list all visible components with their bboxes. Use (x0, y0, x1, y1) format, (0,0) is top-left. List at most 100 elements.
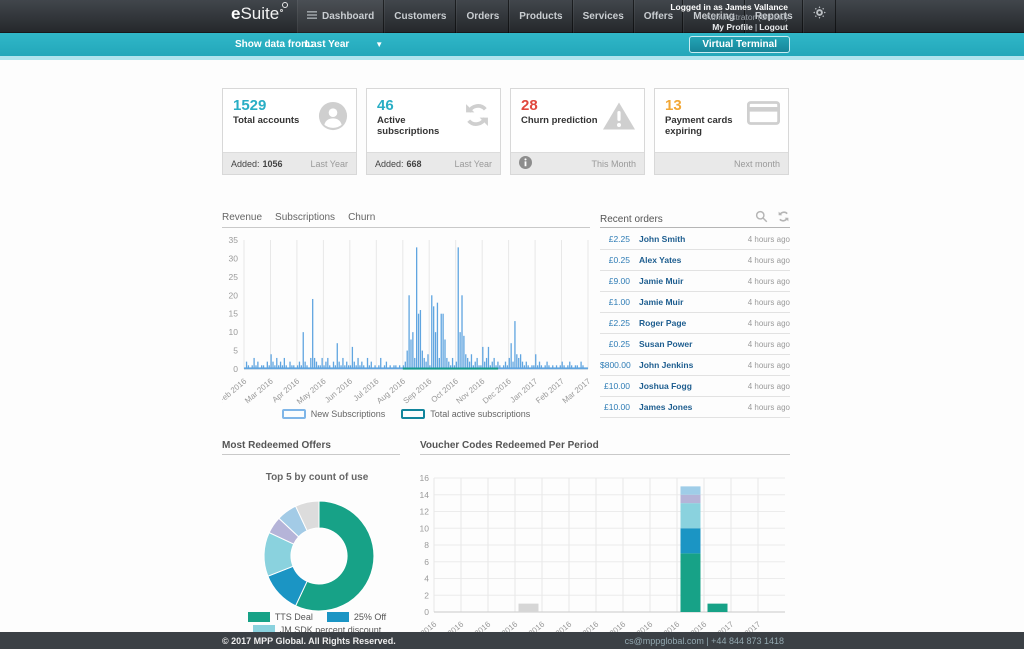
filter-bar: Show data from: Last Year ▼ (0, 33, 1024, 56)
logged-in-as: Logged in as James Vallance (670, 2, 788, 12)
show-data-from-label: Show data from: (235, 33, 313, 56)
order-row: £1.00Jamie Muir4 hours ago (600, 292, 790, 313)
svg-text:Mar 2017: Mar 2017 (561, 376, 590, 405)
nav-item-orders[interactable]: Orders (456, 0, 509, 33)
order-time: 4 hours ago (748, 298, 790, 307)
svg-text:6: 6 (424, 557, 429, 567)
voucher-codes-title: Voucher Codes Redeemed Per Period (420, 440, 790, 455)
nav-item-products[interactable]: Products (509, 0, 572, 33)
order-time: 4 hours ago (748, 403, 790, 412)
nav-item-customers[interactable]: Customers (384, 0, 456, 33)
stat-card-body: 13Payment cards expiring (655, 89, 788, 152)
order-time: 4 hours ago (748, 319, 790, 328)
svg-text:10: 10 (229, 327, 239, 337)
donut-legend-item[interactable]: 25% Off (327, 612, 386, 622)
stat-card: 13Payment cards expiringNext month (654, 88, 789, 175)
order-customer-link[interactable]: Jamie Muir (639, 297, 748, 307)
most-redeemed-offers-donut (222, 488, 412, 612)
nav-item-label: Dashboard (322, 0, 374, 33)
svg-text:10: 10 (420, 523, 430, 533)
copyright-text: © 2017 MPP Global. All Rights Reserved. (222, 636, 396, 646)
card-footer-period: Last Year (310, 159, 348, 169)
order-customer-link[interactable]: John Jenkins (639, 360, 748, 370)
nav-item-settings[interactable] (803, 0, 836, 33)
order-customer-link[interactable]: Roger Page (639, 318, 748, 328)
svg-text:12: 12 (420, 507, 430, 517)
stat-card-body: 28Churn prediction (511, 89, 644, 152)
legend-item[interactable]: Total active subscriptions (401, 407, 530, 421)
subscriptions-timeseries-chart: Feb 2016Mar 2016Apr 2016May 2016Jun 2016… (222, 230, 590, 406)
legend-label: Total active subscriptions (430, 409, 530, 419)
tab-subscriptions[interactable]: Subscriptions (275, 211, 335, 227)
accent-strip (0, 56, 1024, 60)
stat-card-label: Total accounts (233, 115, 313, 126)
donut-legend-item[interactable]: TTS Deal (248, 612, 313, 622)
dashboard-page: eSuite DashboardCustomersOrdersProductsS… (0, 0, 1024, 649)
contact-text: cs@mppglobal.com | +44 844 873 1418 (625, 636, 784, 646)
nav-item-label: Customers (394, 0, 446, 33)
tab-revenue[interactable]: Revenue (222, 211, 262, 227)
svg-text:30: 30 (229, 253, 239, 263)
timeseries-legend: New Subscriptions Total active subscripti… (222, 407, 590, 421)
order-time: 4 hours ago (748, 235, 790, 244)
order-customer-link[interactable]: Alex Yates (639, 255, 748, 265)
svg-text:8: 8 (424, 540, 429, 550)
stat-card: 28Churn predictionThis Month (510, 88, 645, 175)
svg-text:15: 15 (229, 309, 239, 319)
nav-item-label: Services (583, 0, 624, 33)
stat-card-body: 1529Total accounts (223, 89, 356, 152)
card-footer-added-label: Added: (375, 159, 404, 169)
date-range-value: Last Year (305, 33, 349, 56)
stat-card: 1529Total accountsAdded:1056Last Year (222, 88, 357, 175)
esuite-logo[interactable]: eSuite (231, 4, 279, 24)
donut-legend-label: TTS Deal (275, 612, 313, 622)
warning-icon (602, 101, 636, 136)
recent-orders-list: £2.25John Smith4 hours ago£0.25Alex Yate… (600, 229, 790, 418)
order-amount: £0.25 (600, 255, 630, 265)
date-range-dropdown[interactable]: Last Year ▼ (305, 33, 383, 56)
user-role: Administrator (Global) (670, 12, 788, 22)
order-amount: $800.00 (600, 360, 630, 370)
my-profile-link[interactable]: My Profile (712, 22, 753, 32)
order-row: £0.25 Alex Yates4 hours ago (600, 250, 790, 271)
order-row: £10.00James Jones4 hours ago (600, 397, 790, 418)
info-icon[interactable] (519, 156, 532, 171)
svg-text:5: 5 (233, 346, 238, 356)
svg-text:0: 0 (424, 607, 429, 617)
svg-text:Sep 2016: Sep 2016 (401, 376, 433, 405)
order-customer-link[interactable]: Jamie Muir (639, 276, 748, 286)
svg-text:14: 14 (420, 490, 430, 500)
stat-card-label: Payment cards expiring (665, 115, 745, 137)
stat-card: 46Active subscriptionsAdded:668Last Year (366, 88, 501, 175)
order-row: £10.00Joshua Fogg4 hours ago (600, 376, 790, 397)
tab-churn[interactable]: Churn (348, 211, 375, 227)
order-row: $800.00John Jenkins4 hours ago (600, 355, 790, 376)
order-customer-link[interactable]: Susan Power (639, 339, 748, 349)
order-customer-link[interactable]: Joshua Fogg (639, 381, 748, 391)
search-icon[interactable] (755, 210, 768, 228)
svg-text:2: 2 (424, 590, 429, 600)
recent-orders-actions (755, 210, 790, 228)
card-footer-added-value: 668 (407, 159, 422, 169)
virtual-terminal-button[interactable]: Virtual Terminal (689, 36, 790, 53)
logout-link[interactable]: Logout (759, 22, 788, 32)
svg-text:35: 35 (229, 235, 239, 245)
refresh-icon[interactable] (777, 210, 790, 228)
nav-item-label: Products (519, 0, 562, 33)
donut-legend-swatch (248, 612, 270, 622)
order-time: 4 hours ago (748, 256, 790, 265)
donut-legend-label: 25% Off (354, 612, 386, 622)
card-footer-period: Last Year (454, 159, 492, 169)
page-footer: © 2017 MPP Global. All Rights Reserved. … (0, 632, 1024, 649)
svg-text:Mar 2016: Mar 2016 (243, 376, 275, 405)
chevron-down-icon: ▼ (375, 33, 383, 56)
legend-item[interactable]: New Subscriptions (282, 407, 386, 421)
nav-item-dashboard[interactable]: Dashboard (297, 0, 384, 33)
svg-text:May 2016: May 2016 (295, 376, 328, 406)
order-customer-link[interactable]: John Smith (639, 234, 748, 244)
donut-legend-row: TTS Deal 25% Off (212, 612, 422, 622)
top-navbar: eSuite Dashboard Customers Orders Products S… (0, 0, 1024, 33)
nav-item-services[interactable]: Services (573, 0, 634, 33)
order-customer-link[interactable]: James Jones (639, 402, 748, 412)
order-amount: £0.25 (600, 339, 630, 349)
